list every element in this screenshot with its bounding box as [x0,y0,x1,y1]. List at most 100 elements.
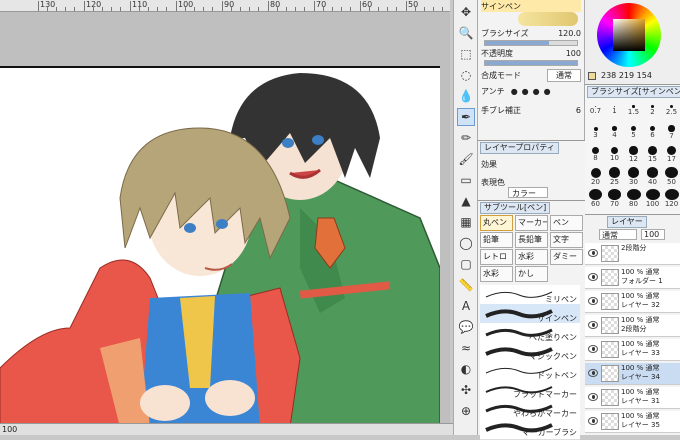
subtool-group[interactable]: かし [515,266,548,282]
layer-blend-select[interactable]: 通常 [599,229,637,240]
move-icon[interactable]: ✣ [457,381,475,399]
visibility-eye-icon[interactable] [588,393,598,401]
brush-size-preset[interactable]: 40 [643,167,662,186]
subtool-group[interactable]: 水彩 [480,266,513,282]
layer-row[interactable]: 100 % 通常 レイヤー 32 [585,291,680,313]
display-color-select[interactable]: カラー [508,187,548,198]
brush-size-preset[interactable]: 3 [586,123,605,142]
frame-icon[interactable]: ▢ [457,255,475,273]
ruler-icon[interactable]: 📏 [457,276,475,294]
stabilization-value[interactable]: 6 [576,106,581,115]
subtool-group[interactable]: 丸ペン [480,215,513,231]
tab-brush-size[interactable]: ブラシサイズ[サインペン] [587,86,680,98]
brush-icon[interactable]: 🖌 [457,150,475,168]
pen-icon[interactable]: ✒ [457,108,475,126]
brush-size-preset[interactable]: 15 [643,145,662,164]
brush-size-preset[interactable]: 25 [605,167,624,186]
brush-size-dot [666,145,677,156]
visibility-eye-icon[interactable] [588,297,598,305]
brush-size-preset[interactable]: 6 [643,123,662,142]
brush-size-preset[interactable]: 20 [586,167,605,186]
opacity-slider[interactable] [484,60,578,66]
brush-size-preset[interactable]: 7 [662,123,680,142]
brush-size-preset[interactable]: 30 [624,167,643,186]
layer-label: 100 % 通常 レイヤー 32 [621,292,660,309]
brush-size-preset[interactable]: 5 [624,123,643,142]
brush-size-preset[interactable]: 0.7 [586,101,605,120]
visibility-eye-icon[interactable] [588,321,598,329]
brush-size-preset[interactable]: 1.5 [624,101,643,120]
layer-row[interactable]: 100 % 通常 レイヤー 33 [585,339,680,361]
lasso-icon[interactable]: ◌ [457,66,475,84]
color-mix-icon[interactable]: ◐ [457,360,475,378]
brush-size-preset[interactable]: 70 [605,189,624,208]
line-fix-icon[interactable]: ≈ [457,339,475,357]
brush-size-preset[interactable]: 4 [605,123,624,142]
layer-row[interactable]: 100 % 通常 レイヤー 31 [585,387,680,409]
layer-row[interactable]: 100 % 通常 レイヤー 34 [585,363,680,385]
subtool-group[interactable]: 長鉛筆 [515,232,548,248]
brush-size-preset[interactable]: 10 [605,145,624,164]
visibility-eye-icon[interactable] [588,417,598,425]
ruler-tick [424,7,425,11]
visibility-eye-icon[interactable] [588,273,598,281]
subtool-group[interactable]: レトロ [480,249,513,265]
fill-icon[interactable]: ▲ [457,192,475,210]
brush-size-preset[interactable]: 12 [624,145,643,164]
brush-size-preset[interactable]: 50 [662,167,680,186]
text-icon[interactable]: A [457,297,475,315]
shape-icon[interactable]: ◯ [457,234,475,252]
brush-size-preset[interactable]: 120 [662,189,680,208]
tab-subtool[interactable]: サブツール[ペン] [480,202,551,214]
subtool-panel: サブツール[ペン] 丸ペン マーカー ペン 鉛筆 長鉛筆 文字 レトロ 水彩 ダミー 水彩 かし ミ… [478,200,585,440]
antialias-options[interactable]: ●●●● [511,87,555,96]
subtool-group[interactable]: ダミー [550,249,583,265]
pencil-icon[interactable]: ✏ [457,129,475,147]
brush-size-preset[interactable]: 100 [643,189,662,208]
brush-name: マーカーブラシ [521,428,577,437]
layer-row[interactable]: 100 % 通常 レイヤー 35 [585,411,680,433]
zoom-level[interactable]: 100 [2,425,17,434]
brush-size-preset[interactable]: 17 [662,145,680,164]
subtool-group[interactable]: マーカー [515,215,548,231]
brush-size-preset[interactable]: 2.5 [662,101,680,120]
brush-size-preset[interactable]: 60 [586,189,605,208]
visibility-eye-icon[interactable] [588,249,598,257]
layer-row[interactable]: 100 % 通常 2段階分 [585,315,680,337]
visibility-eye-icon[interactable] [588,345,598,353]
saturation-square[interactable] [613,19,645,51]
layer-row[interactable]: 100 % 通常 フォルダー 1 [585,267,680,289]
balloon-icon[interactable]: 💬 [457,318,475,336]
brush-size-preset[interactable]: 2 [643,101,662,120]
brush-size-preset[interactable]: 8 [586,145,605,164]
brush-size-dot [589,189,602,200]
ruler-tick [268,1,269,11]
blend-icon[interactable]: ⊕ [457,402,475,420]
brush-size-label: 120 [664,200,679,208]
layer-opacity-value[interactable]: 100 [641,229,665,240]
eyedropper-icon[interactable]: 💧 [457,87,475,105]
gradient-icon[interactable]: ▦ [457,213,475,231]
subtool-group[interactable]: 水彩 [515,249,548,265]
brush-size-preset[interactable]: 1 [605,101,624,120]
layer-row[interactable]: 2段階分 [585,243,680,265]
tab-layer-property[interactable]: レイヤープロパティ [480,142,559,154]
brush-size-preset[interactable]: 80 [624,189,643,208]
ruler-tick [38,1,39,11]
subtool-group[interactable]: 鉛筆 [480,232,513,248]
eraser-icon[interactable]: ▭ [457,171,475,189]
hand-icon[interactable]: ✥ [457,3,475,21]
ruler-tick [323,7,324,11]
brush-item[interactable]: マーカーブラシ [480,418,580,440]
blend-mode-select[interactable]: 通常 [547,68,581,82]
tab-layer[interactable]: レイヤー [607,216,647,228]
visibility-eye-icon[interactable] [588,369,598,377]
zoom-icon[interactable]: 🔍 [457,24,475,42]
subtool-group[interactable]: ペン [550,215,583,231]
tool-property-panel: サインペン ブラシサイズ 120.0 不透明度 100 合成モード 通常 アンチ… [478,0,585,140]
subtool-group[interactable]: 文字 [550,232,583,248]
select-icon[interactable]: ⬚ [457,45,475,63]
brush-size-label: 1.5 [627,107,640,116]
main-color-swatch[interactable] [588,72,596,80]
canvas-paper[interactable] [0,66,440,425]
